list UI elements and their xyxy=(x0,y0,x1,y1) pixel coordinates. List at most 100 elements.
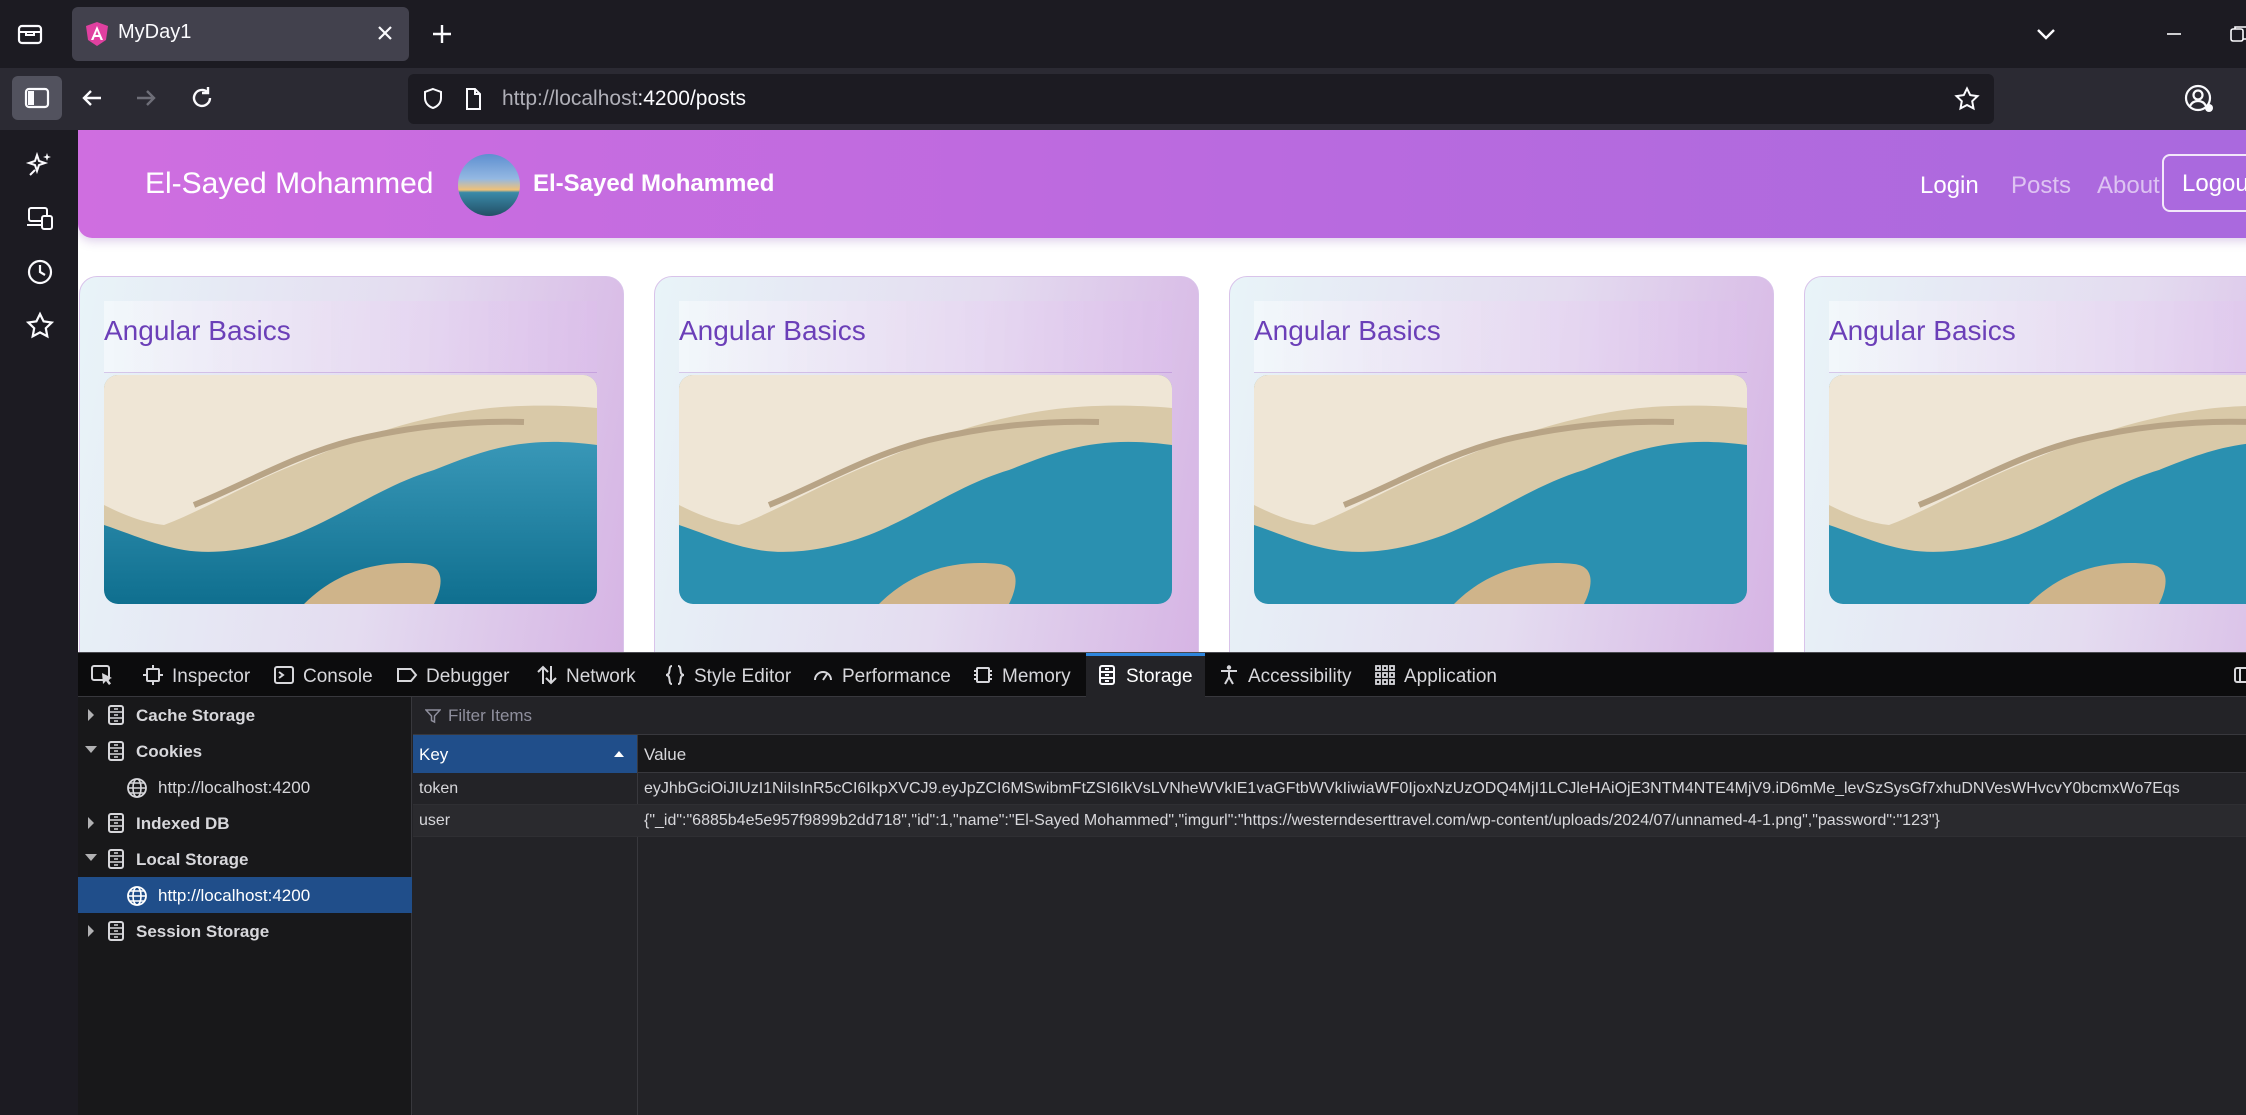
post-title: Angular Basics xyxy=(679,315,866,346)
tab-storage[interactable]: Storage xyxy=(1086,653,1205,697)
chevron-down-icon xyxy=(85,854,97,861)
post-image xyxy=(679,375,1172,604)
post-image xyxy=(104,375,597,604)
memory-chip-icon xyxy=(974,667,992,683)
storage-icon xyxy=(108,741,124,761)
brand-title[interactable]: El-Sayed Mohammed xyxy=(145,167,433,201)
reload-icon[interactable] xyxy=(186,82,218,114)
restore-icon[interactable] xyxy=(2225,20,2246,48)
console-icon xyxy=(274,666,294,684)
filter-input[interactable]: Filter Items xyxy=(448,706,532,726)
tab-label: Debugger xyxy=(426,666,510,687)
angular-logo-icon xyxy=(84,21,110,47)
forward-arrow-icon[interactable] xyxy=(130,82,162,114)
tab-style-editor[interactable]: Style Editor xyxy=(664,653,791,697)
row-key: token xyxy=(419,780,459,797)
devtools-toolbar: Inspector Console Debugger Network Style… xyxy=(78,653,2246,697)
chevron-down-icon[interactable] xyxy=(2030,20,2062,48)
tab-title: MyDay1 xyxy=(118,21,192,43)
tree-item-cookies-host[interactable]: http://localhost:4200 xyxy=(78,769,412,805)
logout-button[interactable]: Logout xyxy=(2162,154,2246,212)
tab-inspector[interactable]: Inspector xyxy=(142,653,250,697)
inspector-icon xyxy=(143,665,163,685)
url-path: :4200/posts xyxy=(637,87,747,110)
navigation-toolbar: http://localhost:4200/posts xyxy=(0,68,2246,130)
synced-tabs-icon[interactable] xyxy=(24,202,56,234)
dock-icon[interactable] xyxy=(2233,665,2246,685)
tree-item-label: Session Storage xyxy=(136,922,270,941)
post-card[interactable]: Angular Basics xyxy=(1804,276,2246,652)
browser-sidebar xyxy=(0,130,78,1114)
tab-label: Accessibility xyxy=(1248,666,1352,687)
tree-item-local-host[interactable]: http://localhost:4200 xyxy=(78,877,412,913)
filter-icon xyxy=(425,708,441,724)
storage-icon xyxy=(108,813,124,833)
history-icon[interactable] xyxy=(24,256,56,288)
url-bar[interactable]: http://localhost:4200/posts xyxy=(408,74,1994,124)
tab-memory[interactable]: Memory xyxy=(972,653,1071,697)
tab-console[interactable]: Console xyxy=(273,653,373,697)
browser-tab[interactable]: MyDay1 xyxy=(72,7,409,61)
tree-item-cache-storage[interactable]: Cache Storage xyxy=(78,697,412,733)
tab-debugger[interactable]: Debugger xyxy=(396,653,509,697)
post-card[interactable]: Angular Basics xyxy=(79,276,624,652)
close-icon[interactable] xyxy=(373,21,397,45)
accessibility-icon xyxy=(1221,665,1237,685)
row-value: {"_id":"6885b4e5e957f9899b2dd718","id":1… xyxy=(644,812,1940,829)
tab-label: Style Editor xyxy=(694,666,792,687)
nav-about-link[interactable]: About xyxy=(2097,172,2160,200)
element-picker-icon[interactable] xyxy=(90,663,116,687)
column-header-key[interactable]: Key xyxy=(413,735,637,773)
web-page: El-Sayed Mohammed El-Sayed Mohammed Logi… xyxy=(78,130,2246,652)
ai-sparkle-icon[interactable] xyxy=(24,148,56,180)
post-card[interactable]: Angular Basics xyxy=(654,276,1199,652)
filter-bar: Filter Items xyxy=(413,697,2246,735)
storage-table-panel: Filter Items Key Value token eyJhbGciOiJ… xyxy=(413,697,2246,1115)
account-icon[interactable] xyxy=(2182,82,2216,116)
avatar xyxy=(458,154,520,216)
sort-ascending-icon xyxy=(614,751,624,757)
chevron-right-icon xyxy=(88,709,94,721)
nav-posts-link[interactable]: Posts xyxy=(2011,172,2071,200)
back-arrow-icon[interactable] xyxy=(76,82,108,114)
tree-item-cookies[interactable]: Cookies xyxy=(78,733,412,769)
column-header-value[interactable]: Value xyxy=(644,745,686,765)
nav-login-link[interactable]: Login xyxy=(1920,172,1979,200)
chevron-down-icon xyxy=(85,746,97,753)
minimize-icon[interactable] xyxy=(2160,20,2188,48)
post-image xyxy=(1829,375,2246,604)
bookmarks-icon[interactable] xyxy=(24,310,56,342)
table-row[interactable]: user {"_id":"6885b4e5e957f9899b2dd718","… xyxy=(413,805,2246,837)
tab-tray-icon[interactable] xyxy=(14,18,46,50)
plus-icon[interactable] xyxy=(428,20,456,48)
tab-network[interactable]: Network xyxy=(536,653,636,697)
tree-item-session-storage[interactable]: Session Storage xyxy=(78,913,412,949)
storage-icon xyxy=(108,849,124,869)
page-icon[interactable] xyxy=(460,86,486,112)
tab-label: Performance xyxy=(842,666,951,687)
globe-icon xyxy=(127,886,147,906)
tree-item-label: http://localhost:4200 xyxy=(158,886,311,905)
url-host: http://localhost xyxy=(502,87,638,110)
url-text[interactable]: http://localhost:4200/posts xyxy=(502,87,746,111)
sidebar-toggle-button[interactable] xyxy=(12,76,62,120)
debugger-icon xyxy=(397,668,418,682)
star-icon[interactable] xyxy=(1954,86,1980,112)
tree-item-indexed-db[interactable]: Indexed DB xyxy=(78,805,412,841)
post-card[interactable]: Angular Basics xyxy=(1229,276,1774,652)
chevron-right-icon xyxy=(88,817,94,829)
shield-icon[interactable] xyxy=(420,86,446,112)
table-row[interactable]: token eyJhbGciOiJIUzI1NiIsInR5cCI6IkpXVC… xyxy=(413,773,2246,805)
tree-item-label: http://localhost:4200 xyxy=(158,778,311,797)
tab-accessibility[interactable]: Accessibility xyxy=(1218,653,1351,697)
tree-item-label: Local Storage xyxy=(136,850,249,869)
tab-performance[interactable]: Performance xyxy=(812,653,951,697)
column-label: Key xyxy=(419,745,449,764)
tree-item-label: Cookies xyxy=(136,742,203,761)
app-header: El-Sayed Mohammed El-Sayed Mohammed Logi… xyxy=(78,130,2246,238)
tree-item-local-storage[interactable]: Local Storage xyxy=(78,841,412,877)
tab-application[interactable]: Application xyxy=(1374,653,1497,697)
post-title: Angular Basics xyxy=(1829,315,2016,346)
sidebar-icon xyxy=(24,87,50,109)
row-key: user xyxy=(419,812,451,829)
